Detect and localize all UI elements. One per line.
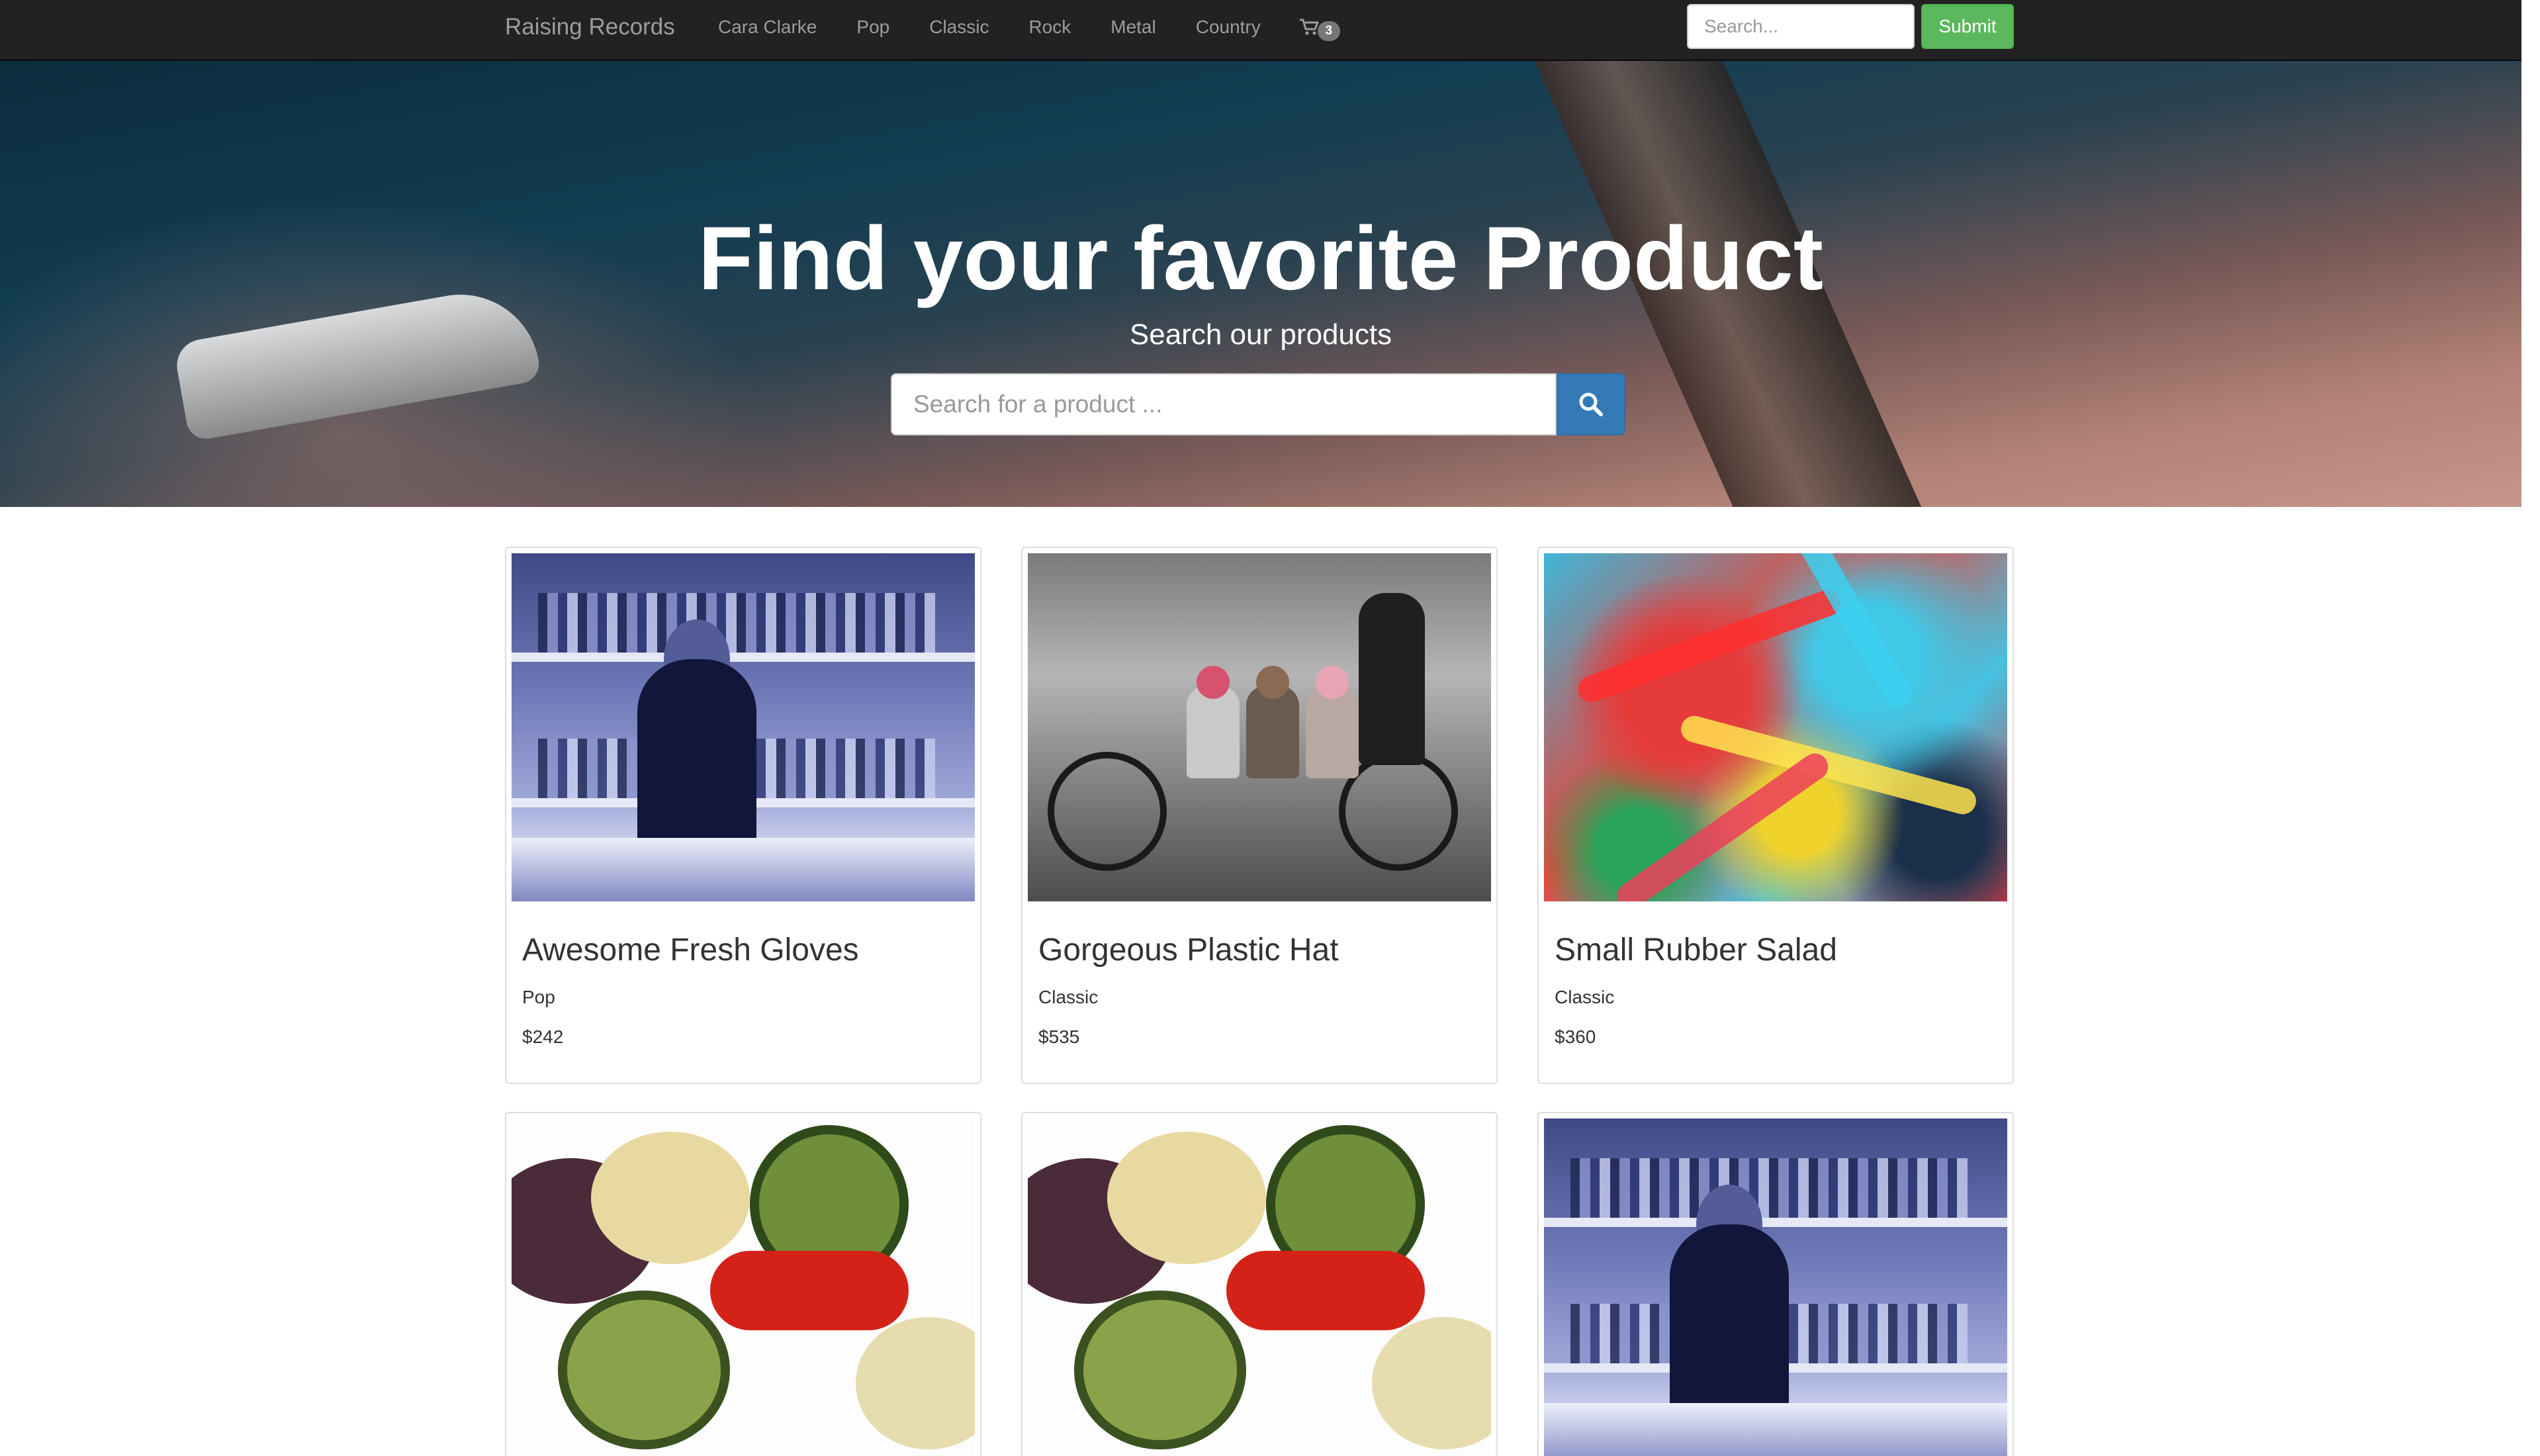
navbar-search-input[interactable] bbox=[1687, 4, 1915, 49]
product-price: $535 bbox=[1038, 1026, 1080, 1047]
product-category: Classic bbox=[1555, 987, 1615, 1007]
product-card[interactable] bbox=[505, 1112, 981, 1456]
hero-subtitle: Search our products bbox=[1129, 318, 1392, 351]
product-image[interactable] bbox=[512, 553, 975, 901]
page: Raising Records Cara Clarke Pop Classic … bbox=[0, 0, 2540, 1456]
hero-title: Find your favorite Product bbox=[698, 208, 1824, 308]
product-search-button[interactable] bbox=[1557, 373, 1625, 435]
nav-link-metal[interactable]: Metal bbox=[1111, 13, 1156, 41]
product-image[interactable] bbox=[1028, 553, 1491, 901]
shopping-cart-icon bbox=[1299, 19, 1319, 35]
product-category: Classic bbox=[1038, 987, 1099, 1007]
navbar-submit-button[interactable]: Submit bbox=[1921, 4, 2014, 49]
nav-links: Cara Clarke Pop Classic Rock Metal Count… bbox=[718, 13, 1340, 41]
product-search-input[interactable] bbox=[891, 373, 1557, 435]
cart-count-badge: 3 bbox=[1317, 21, 1340, 41]
product-price: $242 bbox=[522, 1026, 564, 1047]
product-card[interactable]: Gorgeous Plastic Hat Classic $535 bbox=[1021, 547, 1498, 1084]
nav-link-rock[interactable]: Rock bbox=[1028, 13, 1071, 41]
product-card[interactable] bbox=[1537, 1112, 2014, 1456]
nav-link-pop[interactable]: Pop bbox=[856, 13, 889, 41]
nav-link-classic[interactable]: Classic bbox=[929, 13, 989, 41]
product-image[interactable] bbox=[1544, 553, 2007, 901]
hero-banner: Find your favorite Product Search our pr… bbox=[0, 61, 2521, 507]
cart-link[interactable]: 3 bbox=[1299, 13, 1340, 41]
top-navbar: Raising Records Cara Clarke Pop Classic … bbox=[0, 0, 2521, 61]
nav-link-cara-clarke[interactable]: Cara Clarke bbox=[718, 13, 817, 41]
search-icon bbox=[1579, 392, 1603, 416]
product-category: Pop bbox=[522, 987, 555, 1007]
product-card[interactable]: Small Rubber Salad Classic $360 bbox=[1537, 547, 2014, 1084]
product-price: $360 bbox=[1555, 1026, 1596, 1047]
nav-link-country[interactable]: Country bbox=[1196, 13, 1261, 41]
product-card[interactable]: Awesome Fresh Gloves Pop $242 bbox=[505, 547, 981, 1084]
product-image[interactable] bbox=[512, 1118, 975, 1456]
brand-link[interactable]: Raising Records bbox=[505, 13, 675, 41]
product-title[interactable]: Gorgeous Plastic Hat bbox=[1038, 932, 1339, 969]
product-card[interactable] bbox=[1021, 1112, 1498, 1456]
product-title[interactable]: Awesome Fresh Gloves bbox=[522, 932, 859, 969]
product-image[interactable] bbox=[1544, 1118, 2007, 1456]
product-title[interactable]: Small Rubber Salad bbox=[1555, 932, 1837, 969]
product-image[interactable] bbox=[1028, 1118, 1491, 1456]
